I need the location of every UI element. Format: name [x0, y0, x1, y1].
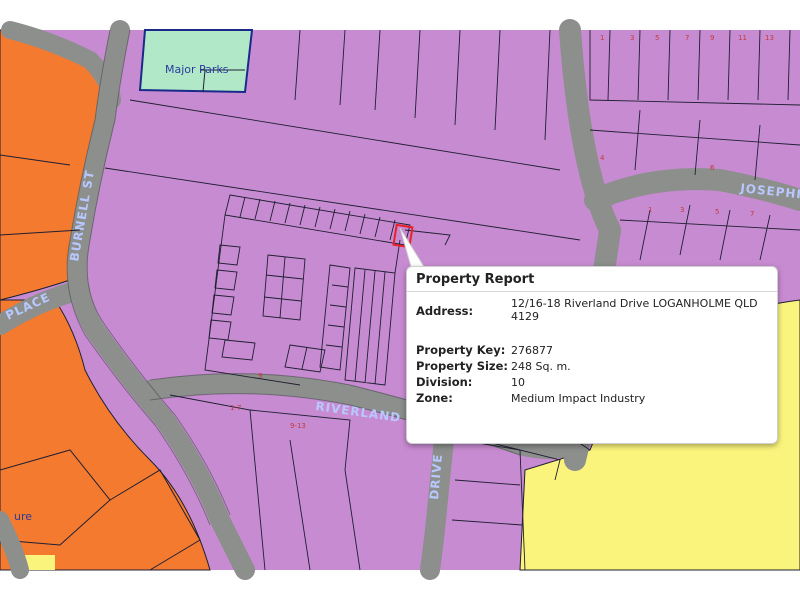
division-label: Division: [416, 375, 473, 389]
popup-title: Property Report [416, 272, 535, 287]
svg-text:1: 1 [600, 34, 604, 42]
property-report-popup: Property Report Address: 12/16-18 Riverl… [406, 266, 778, 444]
svg-text:1: 1 [648, 206, 652, 214]
property-size-label: Property Size: [416, 359, 509, 373]
label-major-parks: Major Parks [165, 63, 229, 76]
svg-text:13: 13 [765, 34, 774, 42]
redacted-area [744, 311, 774, 333]
bottom-bar [0, 570, 800, 600]
redacted-area [409, 324, 619, 340]
svg-text:7: 7 [685, 34, 689, 42]
address-value-line1: 12/16-18 Riverland Drive LOGANHOLME QLD [511, 297, 758, 310]
svg-text:9: 9 [258, 372, 262, 380]
property-key-label: Property Key: [416, 343, 506, 357]
svg-text:9: 9 [710, 34, 714, 42]
svg-text:4: 4 [600, 154, 605, 162]
svg-text:5: 5 [715, 208, 719, 216]
redacted-area [564, 372, 666, 390]
address-value-line2: 4129 [511, 310, 539, 323]
redacted-area [705, 267, 753, 285]
label-ure: ure [14, 510, 32, 523]
svg-text:7: 7 [750, 210, 754, 218]
svg-text:9-13: 9-13 [290, 422, 306, 430]
popup-divider [407, 291, 777, 292]
zone-value: Medium Impact Industry [511, 392, 646, 405]
svg-text:5: 5 [655, 34, 659, 42]
svg-text:6: 6 [710, 164, 715, 172]
major-parks-zone [138, 29, 254, 94]
zone-label: Zone: [416, 391, 453, 405]
svg-text:1-7: 1-7 [230, 404, 241, 412]
property-key-value: 276877 [511, 344, 553, 357]
svg-text:3: 3 [680, 206, 684, 214]
svg-text:11: 11 [738, 34, 747, 42]
redacted-area [511, 421, 531, 435]
redacted-area [411, 407, 501, 437]
address-label: Address: [416, 304, 474, 318]
svg-text:3: 3 [630, 34, 634, 42]
